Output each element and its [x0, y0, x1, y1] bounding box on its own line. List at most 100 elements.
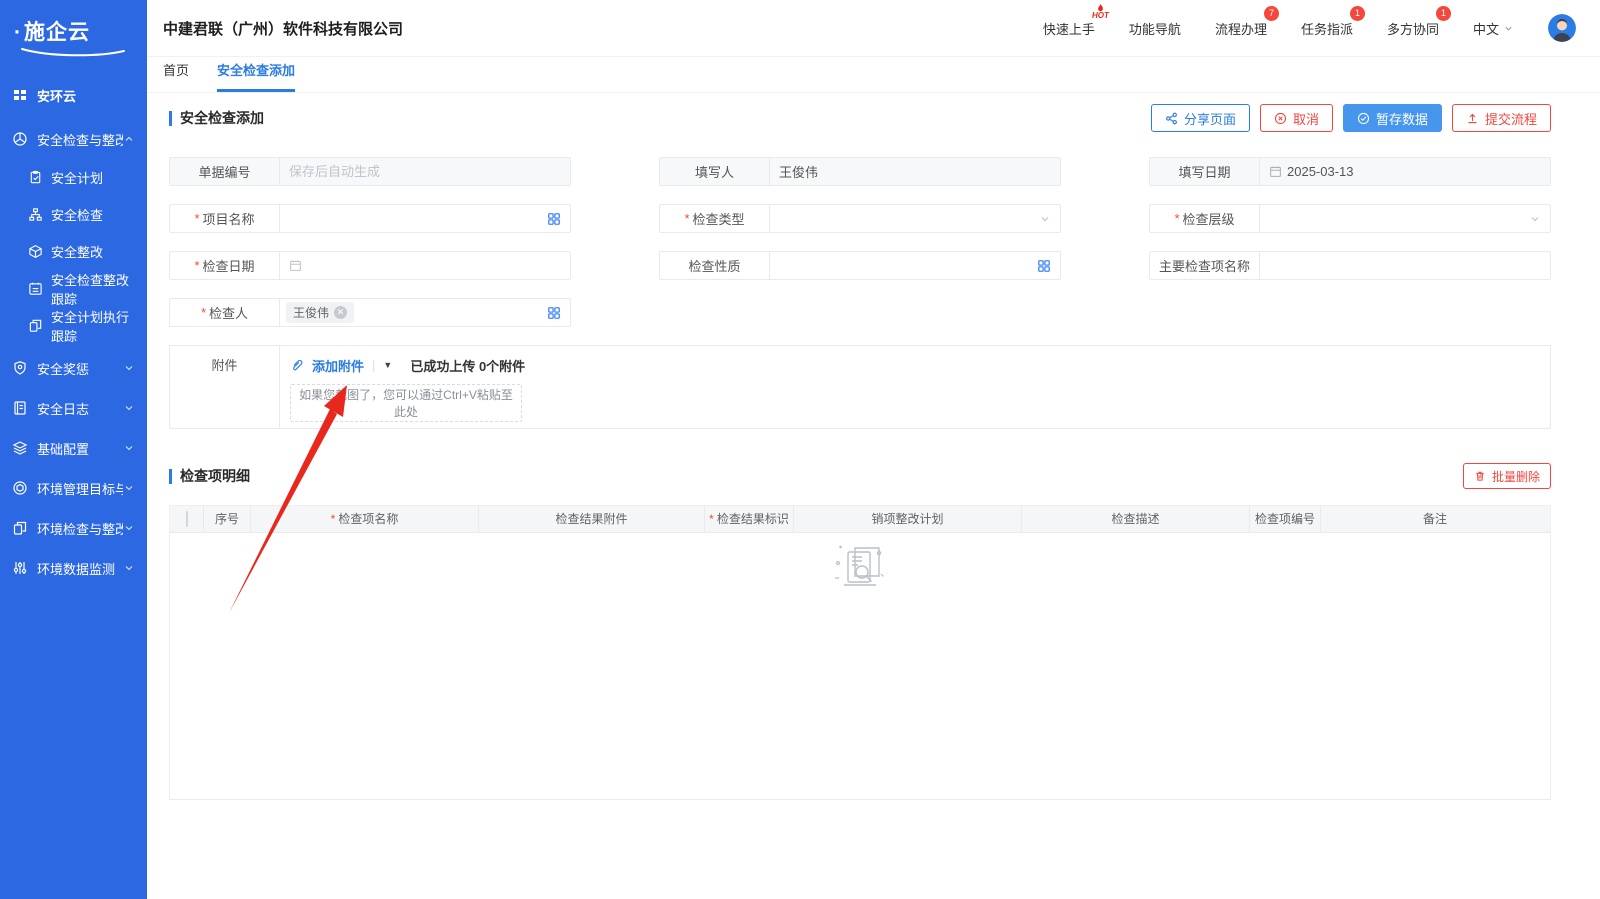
nav-label: 快速上手	[1043, 22, 1095, 37]
user-avatar[interactable]	[1548, 14, 1576, 42]
cube-icon	[28, 244, 43, 259]
batch-delete-button[interactable]: 批量删除	[1463, 463, 1551, 489]
main-check-item-input[interactable]	[1260, 252, 1550, 279]
project-name-input[interactable]	[280, 205, 570, 232]
logo-swoosh-icon	[20, 47, 128, 57]
col-remark: 备注	[1321, 506, 1549, 533]
chevron-down-icon	[123, 562, 135, 574]
chevron-down-icon	[1529, 213, 1541, 225]
main-area: 中建君联（广州）软件科技有限公司 快速上手 HOT 功能导航 流程办理 7 任务…	[147, 0, 1600, 899]
col-seq: 序号	[204, 506, 251, 533]
paste-dropzone[interactable]: 如果您截图了，您可以通过Ctrl+V粘贴至此处	[290, 384, 522, 422]
sidebar-item-safety-plan-track[interactable]: 安全计划执行跟踪	[0, 307, 147, 344]
grid-picker-icon[interactable]	[547, 212, 561, 226]
nav-feature-guide[interactable]: 功能导航	[1129, 19, 1181, 38]
check-circle-icon	[1357, 112, 1370, 125]
language-switcher[interactable]: 中文	[1473, 19, 1514, 38]
sidebar-item-base-config[interactable]: 基础配置	[0, 428, 147, 468]
detail-header: 检查项明细 批量删除	[169, 461, 1551, 491]
nav-multi-collab[interactable]: 多方协同 1	[1387, 19, 1439, 38]
checker-input[interactable]: 王俊伟 ✕	[280, 299, 570, 326]
sidebar-item-safety-check-group[interactable]: 安全检查与整改	[0, 119, 147, 159]
workspace-label: 安环云	[37, 86, 135, 105]
submit-flow-button[interactable]: 提交流程	[1452, 104, 1551, 132]
sidebar-item-safety-rectify-track[interactable]: 安全检查整改跟踪	[0, 270, 147, 307]
close-circle-icon	[1274, 112, 1287, 125]
field-label: *项目名称	[170, 205, 280, 232]
col-check-item-name: *检查项名称	[251, 506, 479, 533]
helmet-icon	[12, 131, 28, 147]
tab-home[interactable]: 首页	[163, 60, 189, 92]
select-all-checkbox[interactable]	[186, 511, 188, 527]
tab-safety-check-add[interactable]: 安全检查添加	[217, 60, 295, 92]
sitemap-icon	[28, 207, 43, 222]
layers-icon	[12, 440, 28, 456]
upload-status: 已成功上传 0个附件	[410, 356, 525, 375]
menu-label: 安全计划	[51, 168, 103, 187]
form-grid: 单据编号 填写人 王俊伟 填写日期 2025-03-13 *项目名称	[169, 157, 1551, 429]
field-project-name: *项目名称	[169, 204, 571, 233]
sidebar-item-safety-check[interactable]: 安全检查	[0, 196, 147, 233]
field-label: *检查人	[170, 299, 280, 326]
sidebar-item-safety-plan[interactable]: 安全计划	[0, 159, 147, 196]
field-fill-date: 填写日期 2025-03-13	[1149, 157, 1551, 186]
nav-label: 功能导航	[1129, 22, 1181, 37]
grid-picker-icon[interactable]	[1037, 259, 1051, 273]
col-check-item-no: 检查项编号	[1250, 506, 1321, 533]
field-label: 附件	[170, 346, 280, 428]
calendar-icon	[1269, 165, 1282, 178]
sidebar-item-safety-log[interactable]: 安全日志	[0, 388, 147, 428]
field-check-nature: 检查性质	[659, 251, 1061, 280]
check-type-select[interactable]	[770, 205, 1060, 232]
form-header: 安全检查添加 分享页面 取消 暂存数据 提交流程	[169, 103, 1551, 133]
check-date-picker[interactable]	[280, 252, 570, 279]
grid-picker-icon[interactable]	[547, 306, 561, 320]
top-header: 中建君联（广州）软件科技有限公司 快速上手 HOT 功能导航 流程办理 7 任务…	[147, 0, 1600, 57]
target-cube-icon	[12, 480, 28, 496]
sidebar-item-safety-reward[interactable]: 安全奖惩	[0, 348, 147, 388]
cancel-button[interactable]: 取消	[1260, 104, 1333, 132]
calendar-icon	[289, 259, 302, 272]
pages-icon	[12, 520, 28, 536]
nav-label: 多方协同	[1387, 22, 1439, 37]
shield-medal-icon	[12, 360, 28, 376]
menu-label: 环境管理目标与...	[37, 479, 123, 498]
sidebar-item-workspace[interactable]: 安环云	[0, 75, 147, 115]
sidebar-item-safety-rectify[interactable]: 安全整改	[0, 233, 147, 270]
app-logo: 施企云	[0, 10, 147, 75]
paperclip-icon	[290, 358, 304, 372]
save-draft-button[interactable]: 暂存数据	[1343, 104, 1442, 132]
count-badge: 1	[1436, 6, 1451, 21]
nav-task-assign[interactable]: 任务指派 1	[1301, 19, 1353, 38]
tag-close-icon[interactable]: ✕	[334, 306, 347, 319]
nav-quick-start[interactable]: 快速上手 HOT	[1043, 19, 1095, 38]
add-attachment-button[interactable]: 添加附件	[312, 356, 364, 375]
table-header-row: 序号 *检查项名称 检查结果附件 *检查结果标识 销项整改计划 检查描述 检查项…	[170, 506, 1550, 533]
hot-badge: HOT	[1092, 4, 1109, 20]
check-level-select[interactable]	[1260, 205, 1550, 232]
field-check-date: *检查日期	[169, 251, 571, 280]
share-page-button[interactable]: 分享页面	[1151, 104, 1250, 132]
nav-label: 流程办理	[1215, 22, 1267, 37]
menu-label: 环境检查与整改	[37, 519, 123, 538]
nav-process-handle[interactable]: 流程办理 7	[1215, 19, 1267, 38]
sidebar-item-env-target[interactable]: 环境管理目标与...	[0, 468, 147, 508]
field-filler: 填写人 王俊伟	[659, 157, 1061, 186]
section-accent-bar	[169, 469, 172, 484]
menu-label: 安全奖惩	[37, 359, 123, 378]
chevron-down-icon	[123, 402, 135, 414]
check-nature-input[interactable]	[770, 252, 1060, 279]
field-label: 单据编号	[170, 158, 280, 185]
field-doc-no: 单据编号	[169, 157, 571, 186]
filler-value: 王俊伟	[779, 162, 818, 181]
sidebar: 施企云 安环云 安全检查与整改 安全计划 安全检查	[0, 0, 147, 899]
sidebar-item-env-monitor[interactable]: 环境数据监测	[0, 548, 147, 588]
chevron-down-icon	[123, 482, 135, 494]
menu-label: 基础配置	[37, 439, 123, 458]
attachment-dropdown-caret[interactable]: ▼	[383, 360, 392, 370]
menu-label: 安全计划执行跟踪	[51, 307, 135, 345]
sidebar-item-env-check[interactable]: 环境检查与整改	[0, 508, 147, 548]
detail-title: 检查项明细	[180, 466, 250, 486]
pages-icon	[28, 318, 43, 333]
field-main-check-item: 主要检查项名称	[1149, 251, 1551, 280]
